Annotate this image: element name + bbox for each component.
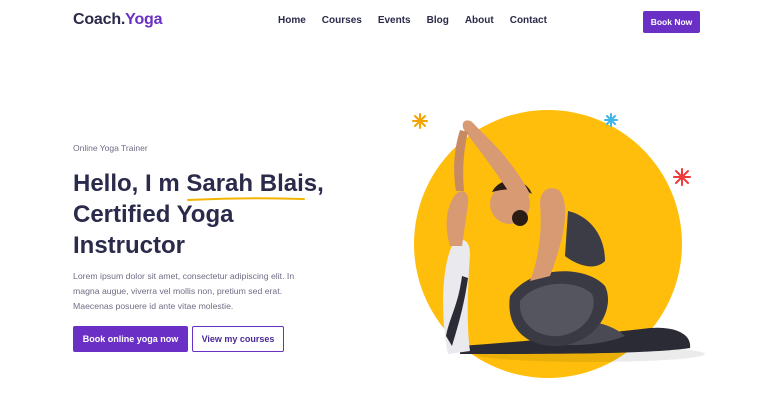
book-now-button[interactable]: Book Now — [643, 11, 700, 33]
hero-headline: Hello, I m Sarah Blais, Certified Yoga I… — [73, 168, 373, 261]
headline-name-wrap: Sarah Blais — [186, 168, 318, 201]
book-online-yoga-button[interactable]: Book online yoga now — [73, 326, 188, 352]
nav-item-home[interactable]: Home — [278, 15, 306, 26]
view-courses-button[interactable]: View my courses — [192, 326, 284, 352]
hero-description: Lorem ipsum dolor sit amet, consectetur … — [73, 271, 295, 311]
logo-text-accent: Yoga — [125, 11, 163, 28]
nav-item-blog[interactable]: Blog — [427, 15, 449, 26]
name-underline-decoration — [187, 197, 306, 201]
sparkle-orange-icon — [412, 113, 428, 129]
nav-item-events[interactable]: Events — [378, 15, 411, 26]
nav-item-courses[interactable]: Courses — [322, 15, 362, 26]
headline-line-2: Certified Yoga — [73, 201, 234, 228]
site-header: Coach.Yoga Home Courses Events Blog Abou… — [0, 0, 768, 44]
sparkle-blue-icon — [604, 113, 618, 127]
headline-name: Sarah Blais — [186, 170, 318, 197]
logo-text-primary: Coach. — [73, 11, 126, 28]
sparkle-red-icon — [673, 168, 691, 186]
nav-item-contact[interactable]: Contact — [510, 15, 547, 26]
hero-illustration — [412, 110, 705, 378]
headline-comma: , — [317, 170, 324, 197]
nav-item-about[interactable]: About — [465, 15, 494, 26]
headline-greeting: Hello, I m — [73, 170, 187, 197]
main-nav: Home Courses Events Blog About Contact — [278, 15, 563, 26]
site-logo[interactable]: Coach.Yoga — [73, 11, 162, 29]
hero-eyebrow: Online Yoga Trainer — [73, 143, 148, 153]
headline-line-3: Instructor — [73, 232, 186, 259]
